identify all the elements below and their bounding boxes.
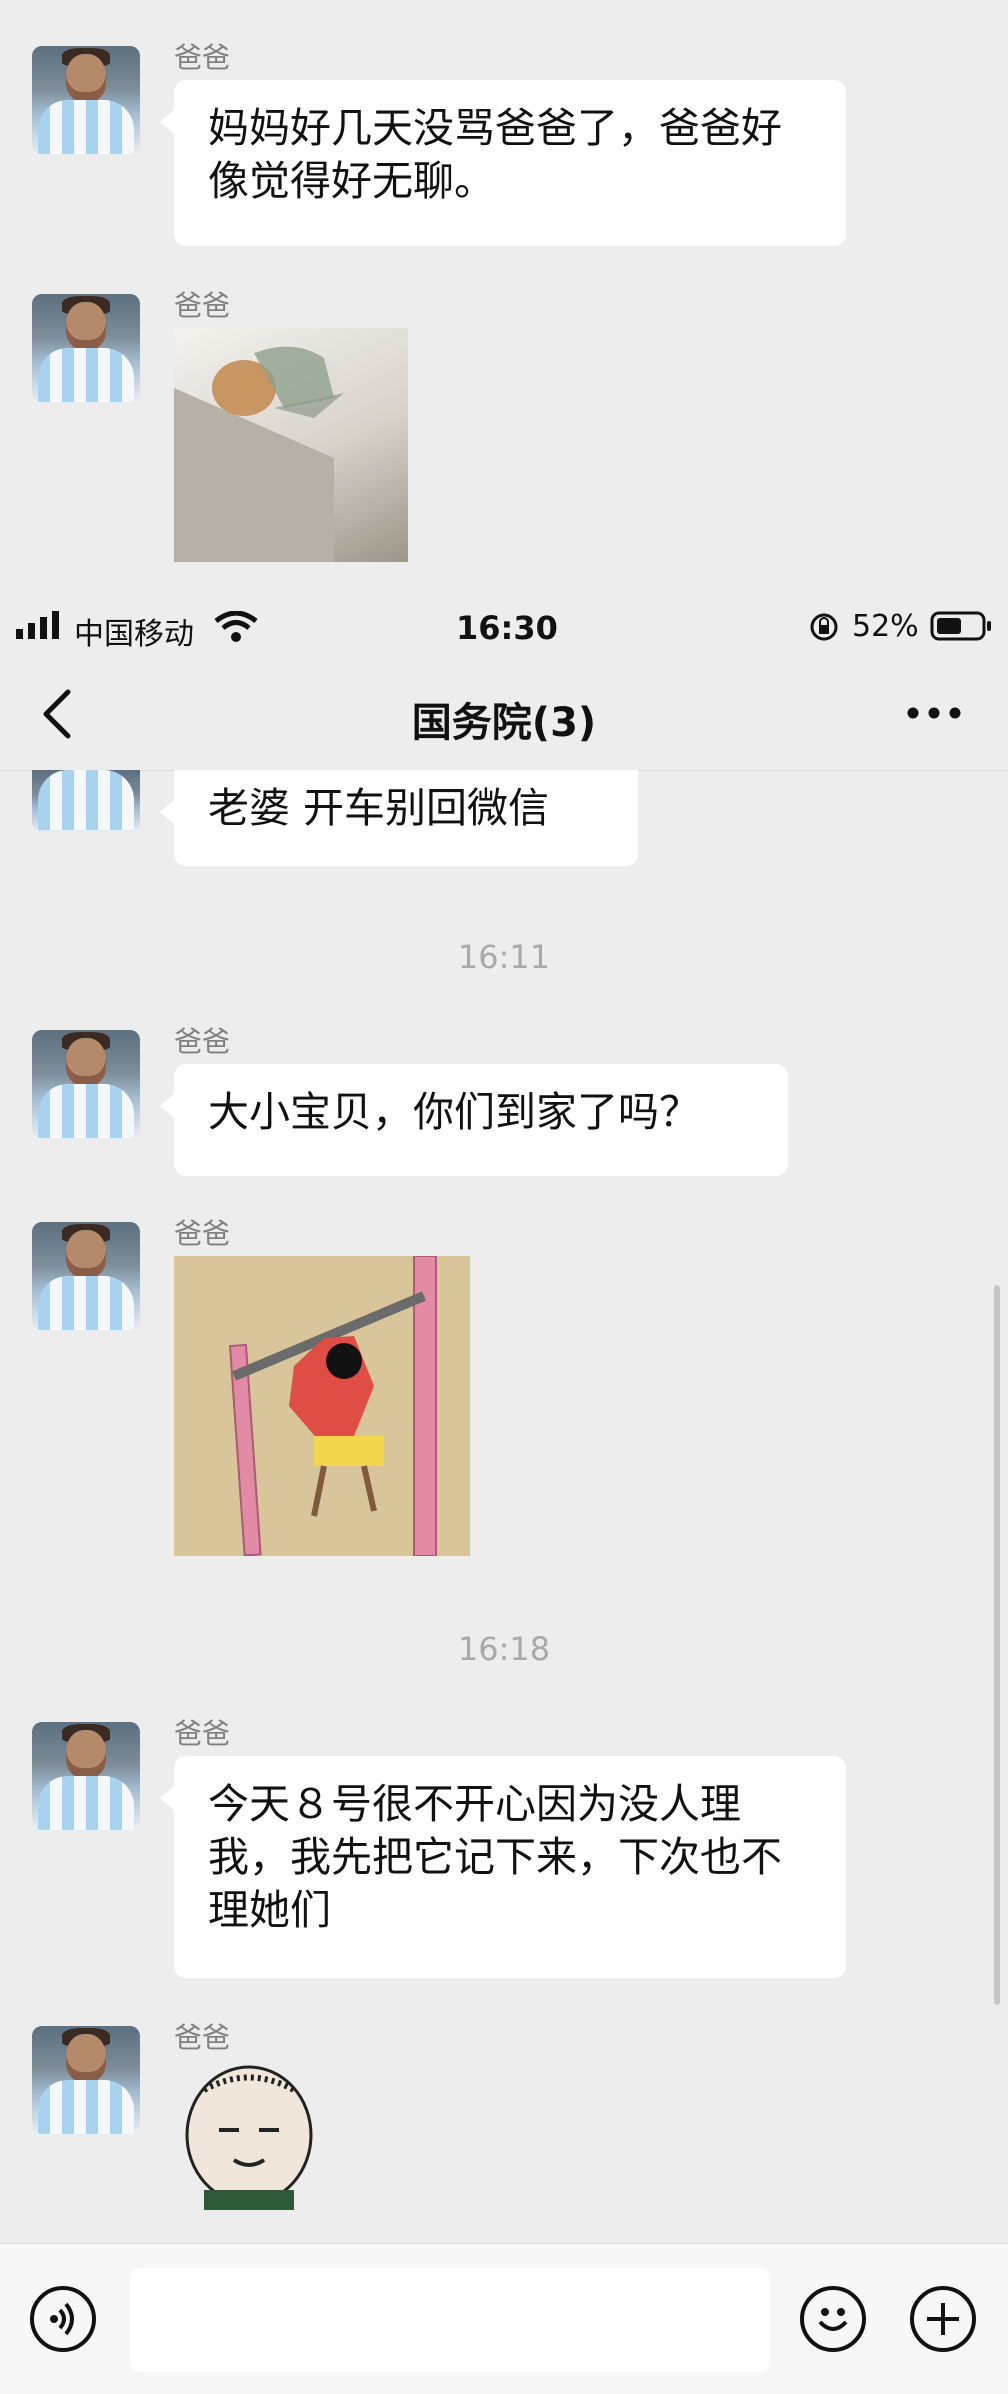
sender-name: 爸爸	[174, 1217, 231, 1250]
sticker-art	[174, 346, 344, 562]
avatar[interactable]	[32, 1030, 140, 1138]
input-bar	[0, 2243, 1008, 2394]
avatar[interactable]	[32, 294, 140, 402]
avatar[interactable]	[32, 46, 140, 154]
sender-name: 爸爸	[174, 1717, 231, 1750]
message-text: 妈妈好几天没骂爸爸了，爸爸好像觉得好无聊。	[208, 104, 782, 205]
scrollbar[interactable]	[994, 1285, 1000, 2005]
battery-icon	[930, 611, 991, 641]
plus-glyph	[927, 2303, 959, 2335]
carrier-label: 中国移动	[74, 617, 194, 652]
battery-percent: 52%	[852, 609, 919, 644]
avatar[interactable]	[32, 2026, 140, 2134]
more-icon[interactable]	[906, 706, 962, 720]
emoji-icon[interactable]	[800, 2286, 866, 2352]
avatar[interactable]	[32, 770, 140, 832]
nav-bar: 国务院(3)	[0, 660, 1008, 771]
emoji-glyph	[818, 2308, 848, 2331]
chat-title: 国务院(3)	[411, 700, 597, 746]
timestamp: 16:11	[457, 938, 551, 976]
sticker-image[interactable]	[174, 328, 408, 562]
message-input[interactable]	[130, 2268, 770, 2372]
sticker-image[interactable]	[174, 2060, 324, 2210]
message-text: 大小宝贝，你们到家了吗？	[208, 1088, 700, 1136]
sender-name: 爸爸	[174, 289, 231, 322]
sender-name: 爸爸	[174, 1025, 231, 1058]
avatar[interactable]	[32, 1722, 140, 1830]
message-text: 今天８号很不开心因为没人理我，我先把它记下来，下次也不理她们	[208, 1780, 782, 1934]
message-bubble[interactable]: 大小宝贝，你们到家了吗？	[160, 1064, 788, 1176]
message-bubble[interactable]: 老婆 开车别回微信	[160, 770, 638, 866]
message-bubble[interactable]: 今天８号很不开心因为没人理我，我先把它记下来，下次也不理她们	[160, 1756, 846, 1978]
clock: 16:30	[456, 609, 558, 647]
rotation-lock-icon	[810, 613, 838, 641]
voice-icon[interactable]	[30, 2286, 96, 2352]
wifi-icon	[214, 611, 258, 642]
sender-name: 爸爸	[174, 41, 231, 74]
sticker-art	[228, 1255, 437, 1557]
sticker-art	[185, 2065, 313, 2210]
voice-glyph	[50, 2302, 74, 2336]
avatar[interactable]	[32, 1222, 140, 1330]
sticker-image[interactable]	[174, 1255, 470, 1557]
sender-name: 爸爸	[174, 2021, 231, 2054]
plus-icon[interactable]	[910, 2286, 976, 2352]
timestamp: 16:18	[457, 1630, 551, 1668]
signal-icon	[16, 611, 59, 639]
message-text: 老婆 开车别回微信	[208, 784, 550, 832]
message-bubble[interactable]: 妈妈好几天没骂爸爸了，爸爸好像觉得好无聊。	[160, 80, 846, 246]
